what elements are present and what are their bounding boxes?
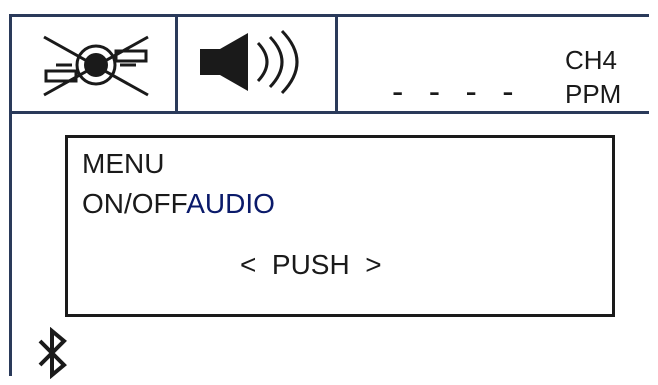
audio-status [178, 17, 335, 111]
menu-option-audio[interactable]: ON/OFFAUDIO [82, 190, 275, 218]
push-action[interactable]: < PUSH > [240, 251, 382, 279]
bluetooth-icon [38, 327, 67, 379]
menu-title: MENU [82, 148, 165, 179]
speaker-icon [200, 29, 299, 95]
gas-reading: - - - - [392, 73, 522, 111]
device-screen: - - - - CH4 PPM MENU ON/OFFAUDIO < PUSH … [9, 14, 649, 379]
vibration-off-icon [43, 35, 149, 97]
menu-option-label: ON/OFF [82, 188, 187, 219]
gas-unit-label: PPM [565, 79, 622, 109]
vibration-status [12, 17, 175, 111]
menu-option-value: AUDIO [186, 188, 275, 219]
gas-name-label: CH4 [565, 45, 618, 75]
menu-panel: MENU ON/OFFAUDIO < PUSH > [65, 135, 615, 317]
status-bar: - - - - CH4 PPM [12, 17, 649, 114]
status-divider [335, 17, 338, 111]
